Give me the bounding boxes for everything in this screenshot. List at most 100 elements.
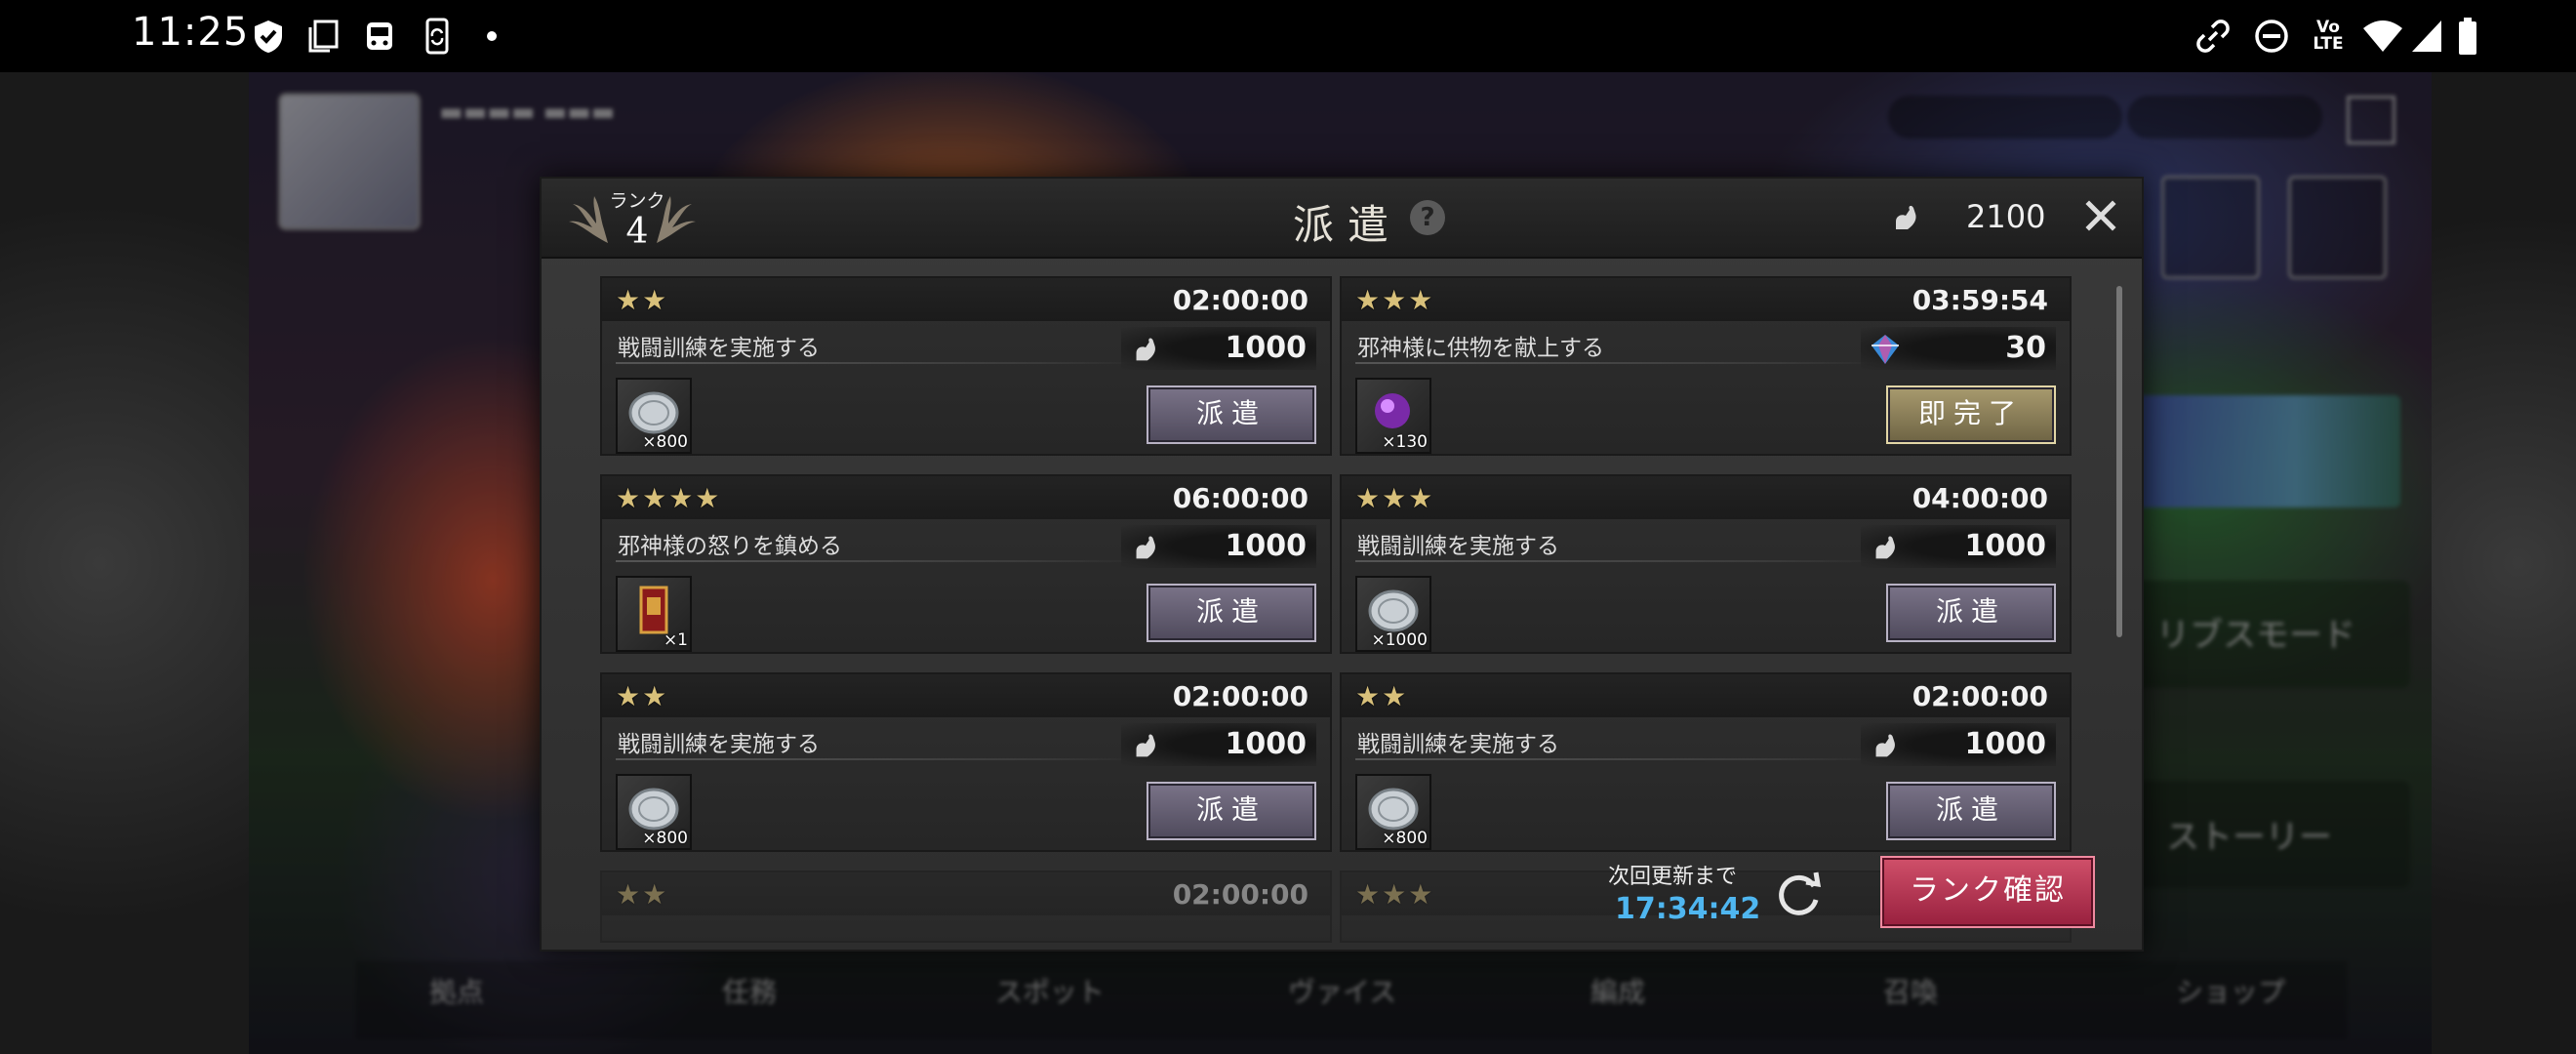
mission-timer: 03:59:54 xyxy=(1912,284,2048,316)
dialog-title: 派遣 xyxy=(1293,201,1403,249)
shield-check-icon xyxy=(252,14,285,59)
mission-cost: 1000 xyxy=(1121,525,1316,568)
divider xyxy=(616,758,1143,760)
mission-cost-value: 1000 xyxy=(1964,529,2047,563)
mission-cost-value: 30 xyxy=(2005,331,2046,365)
status-bar: 11:25 Vo LTE xyxy=(0,0,2576,72)
dialog-header: ランク 4 派遣 ? 2100 xyxy=(542,179,2142,259)
link-icon xyxy=(2195,14,2231,59)
stamina-icon xyxy=(1896,205,1916,229)
mission-stars: ★★★★ xyxy=(616,482,722,514)
dispatch-dialog: ランク 4 派遣 ? 2100 ★★ 02:00:00 戦闘訓練を実施する 1000 ×… xyxy=(540,177,2144,952)
mission-cost-value: 1000 xyxy=(1225,727,1308,761)
instant-complete-button[interactable]: 即完了 xyxy=(1886,385,2056,444)
dispatch-button[interactable]: 派遣 xyxy=(1147,782,1316,840)
mission-card: ★★★ 04:00:00 戦闘訓練を実施する 1000 ×1000 派遣 xyxy=(1340,474,2072,654)
mission-cost: 1000 xyxy=(1861,525,2056,568)
mission-stars: ★★ xyxy=(616,284,669,316)
mission-card-header: ★★ 02:00:00 xyxy=(602,278,1330,321)
battery-icon xyxy=(2457,14,2478,59)
wifi-icon xyxy=(2361,14,2404,59)
mission-card-header: ★★★★ 06:00:00 xyxy=(602,476,1330,519)
mission-stars: ★★★ xyxy=(1355,878,1435,911)
reward-quantity: ×800 xyxy=(642,829,688,848)
mission-cost-value: 1000 xyxy=(1225,529,1308,563)
mission-card-header: ★★ 02:00:00 xyxy=(1342,674,2070,717)
reward-quantity: ×800 xyxy=(642,432,688,452)
rank-emblem: ランク 4 xyxy=(559,184,705,255)
next-update-timer: 17:34:42 xyxy=(1615,892,1761,926)
mission-timer: 06:00:00 xyxy=(1172,482,1308,514)
gem-icon xyxy=(1869,333,1902,366)
mission-timer: 02:00:00 xyxy=(1912,680,2048,712)
mission-cost: 1000 xyxy=(1121,327,1316,370)
do-not-disturb-icon xyxy=(2254,14,2289,59)
mission-cost-value: 1000 xyxy=(1225,331,1308,365)
mission-stars: ★★ xyxy=(616,680,669,712)
mission-card: ★★ 02:00:00 戦闘訓練を実施する 1000 ×800 派遣 xyxy=(600,276,1332,456)
divider xyxy=(616,560,1143,562)
mission-name: 邪神様に供物を献上する xyxy=(1357,336,1604,361)
stamina-icon xyxy=(1869,531,1902,564)
mission-stars: ★★★ xyxy=(1355,482,1435,514)
reward-quantity: ×1000 xyxy=(1371,630,1428,650)
mission-card: ★★★★ 06:00:00 邪神様の怒りを鎮める 1000 ×1 派遣 xyxy=(600,474,1332,654)
dispatch-button[interactable]: 派遣 xyxy=(1886,584,2056,642)
mission-card-header: ★★ 02:00:00 xyxy=(602,872,1330,915)
mission-card: ★★ 02:00:00 戦闘訓練を実施する 1000 ×800 派遣 xyxy=(600,672,1332,852)
reward-item[interactable]: ×1000 xyxy=(1355,576,1431,652)
mission-timer: 02:00:00 xyxy=(1172,878,1308,911)
rank-check-button[interactable]: ランク確認 xyxy=(1880,856,2095,928)
mission-card: ★★ 02:00:00 戦闘訓練を実施する 1000 ×800 派遣 xyxy=(1340,672,2072,852)
divider xyxy=(1355,560,1882,562)
stamina-value: 2100 xyxy=(1966,198,2046,235)
divider xyxy=(616,362,1143,364)
mission-name: 戦闘訓練を実施する xyxy=(618,336,820,361)
mission-stars: ★★★ xyxy=(1355,284,1435,316)
reward-item[interactable]: ×130 xyxy=(1355,378,1431,454)
reward-quantity: ×1 xyxy=(663,630,688,650)
rank-label: ランク xyxy=(609,190,665,212)
next-update-label: 次回更新まで xyxy=(1608,865,1738,889)
status-time: 11:25 xyxy=(132,10,250,55)
copy-icon xyxy=(306,14,340,59)
mission-cost: 1000 xyxy=(1861,723,2056,766)
reward-item[interactable]: ×800 xyxy=(1355,774,1431,850)
mission-cost: 1000 xyxy=(1121,723,1316,766)
stamina-icon xyxy=(1129,729,1162,762)
close-button[interactable] xyxy=(2079,194,2122,237)
volte-label: Vo LTE xyxy=(2313,18,2344,54)
divider xyxy=(1355,362,1882,364)
mission-card-header: ★★★ 03:59:54 xyxy=(1342,278,2070,321)
signal-icon xyxy=(2410,14,2443,59)
mission-timer: 04:00:00 xyxy=(1912,482,2048,514)
mission-card-header: ★★ 02:00:00 xyxy=(602,674,1330,717)
right-side-frame xyxy=(2432,72,2576,1054)
reward-item[interactable]: ×800 xyxy=(616,774,692,850)
rank-value: 4 xyxy=(625,212,649,252)
refresh-button[interactable] xyxy=(1771,867,1828,923)
dispatch-button[interactable]: 派遣 xyxy=(1886,782,2056,840)
stamina-icon xyxy=(1129,531,1162,564)
dispatch-button[interactable]: 派遣 xyxy=(1147,584,1316,642)
mission-name: 邪神様の怒りを鎮める xyxy=(618,534,842,559)
help-icon[interactable]: ? xyxy=(1410,200,1445,235)
train-icon xyxy=(363,14,396,59)
mission-list-scrollbar[interactable] xyxy=(2116,286,2122,637)
mission-name: 戦闘訓練を実施する xyxy=(1357,534,1559,559)
mission-timer: 02:00:00 xyxy=(1172,680,1308,712)
mission-card: ★★ 02:00:00 xyxy=(600,871,1332,943)
mission-stars: ★★ xyxy=(1355,680,1409,712)
reward-quantity: ×800 xyxy=(1382,829,1428,848)
stamina-icon xyxy=(1129,333,1162,366)
mission-card: ★★★ 03:59:54 邪神様に供物を献上する 30 ×130 即完了 xyxy=(1340,276,2072,456)
divider xyxy=(1355,758,1882,760)
reward-item[interactable]: ×800 xyxy=(616,378,692,454)
volte-icon: Vo LTE xyxy=(2309,14,2348,59)
mission-cost: 30 xyxy=(1861,327,2056,370)
mission-card-header: ★★★ 04:00:00 xyxy=(1342,476,2070,519)
reward-item[interactable]: ×1 xyxy=(616,576,692,652)
stamina-icon xyxy=(1869,729,1902,762)
dispatch-button[interactable]: 派遣 xyxy=(1147,385,1316,444)
close-icon xyxy=(2085,200,2116,231)
